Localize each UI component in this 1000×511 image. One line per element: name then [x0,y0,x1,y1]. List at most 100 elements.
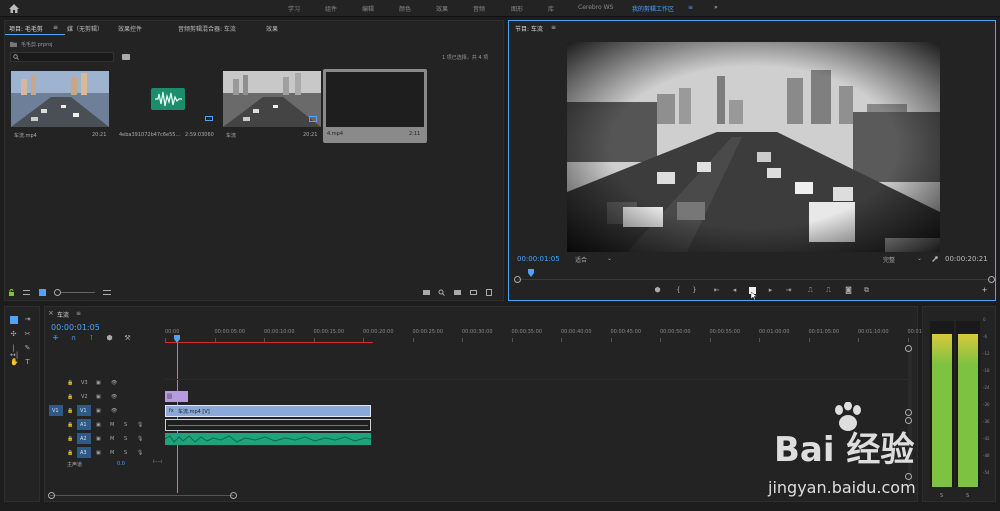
go-to-out-icon[interactable]: ⇥ [785,287,792,294]
new-bin-bottom-icon[interactable] [454,290,461,295]
sync-lock-icon[interactable]: ▣ [96,436,101,442]
sync-lock-icon[interactable]: ▣ [96,380,101,386]
export-frame-camera-icon[interactable]: ◙ [845,287,852,294]
solo-button[interactable]: S [124,436,127,442]
time-ruler[interactable]: 00:00 00:00:05:00 00:00:10:00 00:00:15:00 00… [165,327,922,343]
zoom-slider-track[interactable] [61,292,95,293]
sync-lock-icon[interactable]: ▣ [96,450,101,456]
fx-clip[interactable]: 圆 [165,391,188,402]
zoom-handle-left[interactable] [514,276,521,283]
add-marker-timeline-icon[interactable]: ⬢ [106,335,113,342]
source-patch-v1[interactable]: V1 [49,405,63,416]
media-thumbnail[interactable] [11,71,109,127]
timeline-settings-wrench-icon[interactable]: ⚒ [124,335,131,342]
track-target-a3[interactable]: A3 [77,447,91,458]
sync-lock-icon[interactable]: ▣ [96,408,101,414]
program-menu-icon[interactable]: ≡ [551,24,556,38]
solo-button[interactable]: S [124,422,127,428]
video-clip[interactable]: fx 车流.mp4 [V] [165,405,371,417]
program-current-time[interactable]: 00:00:01:05 [517,255,560,263]
mute-button[interactable]: M [110,436,114,442]
snap-magnet-icon[interactable]: ∩ [70,335,77,342]
voiceover-mic-icon[interactable]: 🎙 [137,450,143,456]
pen-tool-icon[interactable]: ✎ [24,345,31,352]
settings-wrench-icon[interactable] [931,255,938,262]
home-icon[interactable] [8,3,20,14]
timeline-current-time[interactable]: 00:00:01:05 [51,323,100,332]
master-end-icon[interactable]: ⊢⊣ [153,459,162,465]
lock-icon[interactable]: 🔒 [67,380,73,386]
eye-icon[interactable]: 👁 [111,408,117,414]
workspace-cerebro[interactable]: Cerebro WS [578,4,613,11]
step-forward-icon[interactable]: ▸ [767,287,774,294]
trash-icon[interactable] [486,289,492,296]
hand-tool-icon[interactable]: ✋ [10,359,19,366]
voiceover-mic-icon[interactable]: 🎙 [137,436,143,442]
fit-dropdown-chevron-icon[interactable]: ⌄ [607,255,612,262]
quality-dropdown[interactable]: 完整 [883,255,895,264]
workspace-assembly[interactable]: 组件 [325,4,337,13]
search-input[interactable] [10,52,114,62]
project-menu-icon[interactable]: ≡ [53,24,58,38]
close-sequence-icon[interactable]: × [48,309,54,317]
new-item-icon[interactable] [470,290,477,295]
solo-button[interactable]: S [124,450,127,456]
mark-in-icon[interactable]: { [675,287,682,294]
workspace-my-edit[interactable]: 我的剪辑工作区 [632,4,674,13]
workspace-edit[interactable]: 编辑 [362,4,374,13]
workspace-learn[interactable]: 学习 [288,4,300,13]
workspace-effects[interactable]: 效果 [436,4,448,13]
workspace-menu-icon[interactable]: ≡ [688,4,693,11]
scroll-handle-top[interactable] [905,345,912,352]
zoom-handle-right[interactable] [988,276,995,283]
automate-icon[interactable] [423,290,430,295]
workspace-audio[interactable]: 音频 [473,4,485,13]
eye-icon[interactable]: 👁 [111,394,117,400]
program-scrubber[interactable] [514,269,995,283]
track-target-a2[interactable]: A2 [77,433,91,444]
tab-effects[interactable]: 效果 [266,24,278,38]
quality-dropdown-chevron-icon[interactable]: ⌄ [917,255,922,262]
program-playhead-icon[interactable] [528,269,535,277]
mute-button[interactable]: M [110,450,114,456]
add-marker-icon[interactable]: ⬢ [654,287,661,294]
mark-out-icon[interactable]: } [691,287,698,294]
sequence-thumbnail[interactable] [223,71,321,127]
track-target-a1[interactable]: A1 [77,419,91,430]
hscroll-handle-right[interactable] [230,492,237,499]
audio-clip-a1[interactable] [165,419,371,431]
track-target-v1[interactable]: V1 [77,405,91,416]
lock-icon[interactable]: 🔒 [67,450,73,456]
sync-lock-icon[interactable]: ▣ [96,422,101,428]
lock-icon[interactable] [8,289,15,296]
mute-button[interactable]: M [110,422,114,428]
horizontal-scrollbar[interactable] [50,495,234,496]
hscroll-handle-left[interactable] [48,492,55,499]
lock-icon[interactable]: 🔒 [67,436,73,442]
type-tool-icon[interactable]: T [24,359,31,366]
workspace-color[interactable]: 颜色 [399,4,411,13]
timeline-playhead-icon[interactable] [174,335,180,343]
icon-view-icon[interactable] [39,289,46,296]
sequence-tab[interactable]: 车流 [57,310,69,319]
nest-toggle-icon[interactable]: ⁜ [52,335,59,342]
workspace-library[interactable]: 库 [548,4,554,13]
lock-icon[interactable]: 🔒 [67,394,73,400]
selection-tool-icon[interactable] [10,316,18,324]
more-workspaces-icon[interactable]: » [714,4,718,11]
fit-dropdown[interactable]: 适合 [575,255,587,264]
tab-audio-mixer[interactable]: 音频剪辑混合器: 车流 [178,24,236,38]
media-thumbnail[interactable] [115,71,219,127]
selected-media-item[interactable]: 4.mp4 2:11 [323,69,427,143]
lift-icon[interactable]: ⎍ [807,287,814,294]
sequence-menu-icon[interactable]: ≡ [76,310,81,317]
zoom-slider-handle[interactable] [54,289,61,296]
lock-icon[interactable]: 🔒 [67,408,73,414]
go-to-in-icon[interactable]: ⇤ [713,287,720,294]
tab-project[interactable]: 项目: 毛毛剪 [9,24,43,38]
eye-icon[interactable]: 👁 [111,380,117,386]
new-bin-icon[interactable] [122,54,130,60]
voiceover-mic-icon[interactable]: 🎙 [137,422,143,428]
find-icon[interactable] [438,289,445,296]
audio-clip-a2[interactable] [164,433,372,445]
